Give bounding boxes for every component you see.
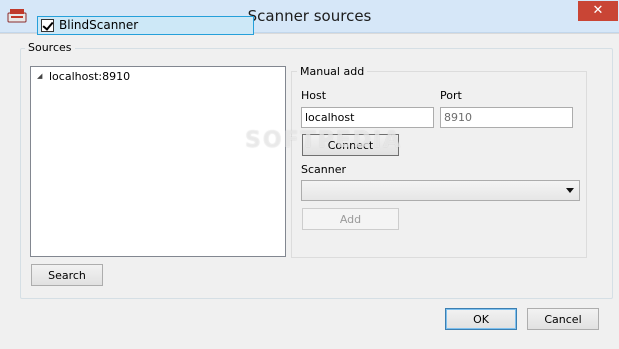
tree-node-host-label: localhost:8910 <box>49 70 131 83</box>
scanner-label: Scanner <box>301 163 347 176</box>
ok-button[interactable]: OK <box>445 308 517 330</box>
scanner-dropdown[interactable] <box>301 180 580 201</box>
sources-tree[interactable]: ◢ localhost:8910 <box>30 66 286 257</box>
close-icon: ✕ <box>592 3 604 18</box>
chevron-down-icon[interactable] <box>566 188 574 193</box>
host-label: Host <box>301 89 327 102</box>
tree-node-host[interactable]: ◢ localhost:8910 <box>37 68 130 85</box>
port-input[interactable] <box>440 107 573 128</box>
cancel-button[interactable]: Cancel <box>527 308 599 330</box>
triangle-down-icon[interactable]: ◢ <box>37 68 49 85</box>
scanner-checkbox[interactable] <box>41 19 54 32</box>
search-button[interactable]: Search <box>31 264 103 286</box>
tree-node-scanner[interactable]: BlindScanner <box>37 16 254 35</box>
watermark: SOFTPEDIA <box>245 128 403 153</box>
add-button[interactable]: Add <box>302 208 399 230</box>
manual-add-label: Manual add <box>297 65 368 79</box>
port-label: Port <box>440 89 462 102</box>
sources-group-label: Sources <box>25 41 75 55</box>
tree-node-scanner-label: BlindScanner <box>59 18 139 32</box>
host-input[interactable] <box>301 107 434 128</box>
close-button[interactable]: ✕ <box>578 1 618 21</box>
